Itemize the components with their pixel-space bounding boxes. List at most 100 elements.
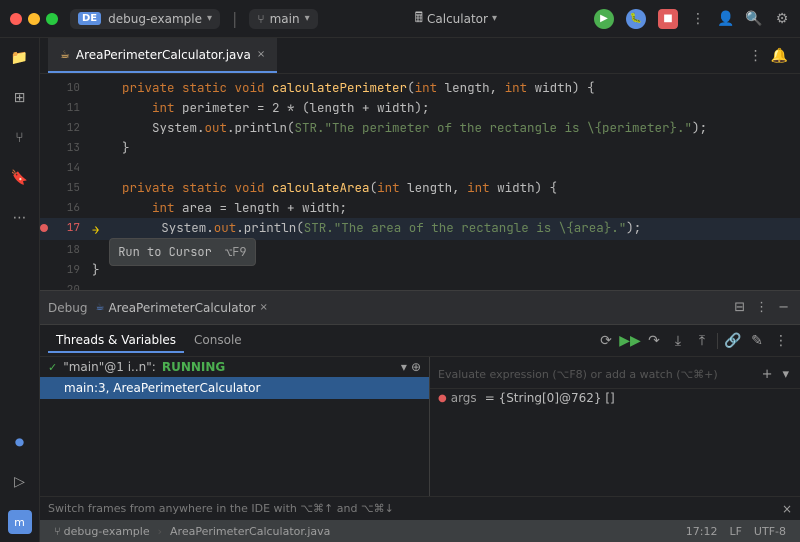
expand-icon[interactable]: ⊕ [411, 360, 421, 374]
debug-button[interactable]: 🐛 [626, 9, 646, 29]
tooltip-container: System.out.println(STR."The area of the … [101, 218, 641, 238]
line-num-13: 13 [52, 138, 92, 158]
activity-debug-active-icon[interactable]: ⏺ [8, 430, 32, 454]
line-num-15: 15 [52, 178, 92, 198]
git-icon: ⑂ [54, 525, 61, 538]
more-button[interactable]: ⋮ [690, 11, 706, 27]
activity-bottom-icon[interactable]: m [8, 510, 32, 534]
evaluate-placeholder: Evaluate expression (⌥F8) or add a watch… [438, 368, 718, 381]
search-icon[interactable]: 🔍 [746, 11, 762, 27]
more-debug-button[interactable]: ⋮ [770, 330, 792, 352]
code-line-12: 12 System.out.println(STR."The perimeter… [40, 118, 800, 138]
code-line-18: 18 } [40, 240, 800, 260]
code-editor[interactable]: 10 private static void calculatePerimete… [40, 74, 800, 290]
tab-close-button[interactable]: × [257, 49, 265, 60]
line-content-16: int area = length + width; [92, 198, 800, 218]
activity-folder-icon[interactable]: 📁 [8, 46, 32, 70]
edit-button[interactable]: ✎ [746, 330, 768, 352]
step-out-button[interactable]: ⤒ [691, 330, 713, 352]
debug-session-tab[interactable]: ☕ AreaPerimeterCalculator × [95, 301, 267, 315]
variables-panel: Evaluate expression (⌥F8) or add a watch… [430, 357, 800, 496]
session-name: AreaPerimeterCalculator [108, 301, 255, 315]
debug-close-icon[interactable]: − [775, 300, 792, 315]
tab-console[interactable]: Console [186, 329, 250, 353]
thread-check-icon: ✓ [48, 361, 57, 374]
project-selector[interactable]: DE debug-example ▾ [70, 9, 220, 29]
info-close-button[interactable]: × [782, 502, 792, 516]
de-badge: DE [78, 12, 101, 25]
line-content-15: private static void calculateArea(int le… [92, 178, 800, 198]
line-content-12: System.out.println(STR."The perimeter of… [92, 118, 800, 138]
branch-icon: ⑂ [257, 12, 264, 26]
line-content-17: System.out.println(STR."The area of the … [101, 219, 641, 236]
run-button[interactable]: ▶ [594, 9, 614, 29]
status-position[interactable]: 17:12 [680, 525, 724, 538]
tab-more-icon[interactable]: ⋮ [745, 48, 767, 64]
code-line-20: 20 [40, 280, 800, 290]
titlebar: DE debug-example ▾ | ⑂ main ▾ 🖩 Calculat… [0, 0, 800, 38]
line-num-20: 20 [52, 280, 92, 290]
evaluate-bar[interactable]: Evaluate expression (⌥F8) or add a watch… [430, 361, 800, 389]
line-content-13: } [92, 138, 800, 158]
line-num-11: 11 [52, 98, 92, 118]
profile-icon[interactable]: 👤 [718, 11, 734, 27]
status-file-name: AreaPerimeterCalculator.java [170, 525, 330, 538]
activity-more-icon[interactable]: ⋯ [8, 206, 32, 230]
project-name: debug-example [108, 12, 202, 26]
code-lines: 10 private static void calculatePerimete… [40, 74, 800, 290]
step-into-button[interactable]: ⤓ [667, 330, 689, 352]
project-dropdown-icon: ▾ [207, 13, 212, 24]
status-encoding[interactable]: LF [723, 525, 747, 538]
activity-bookmark-icon[interactable]: 🔖 [8, 166, 32, 190]
frame-item-main[interactable]: main:3, AreaPerimeterCalculator [40, 377, 429, 399]
branch-dropdown-icon: ▾ [305, 13, 310, 24]
debug-toolbar: Threads & Variables Console ⟳ ▶▶ ↷ ⤓ ⤒ 🔗… [40, 325, 800, 357]
activity-structure-icon[interactable]: ⊞ [8, 86, 32, 110]
tab-file[interactable]: ☕ AreaPerimeterCalculator.java × [48, 38, 277, 73]
minimize-button[interactable] [28, 13, 40, 25]
branch-name: main [270, 12, 300, 26]
resume-button[interactable]: ▶▶ [619, 330, 641, 352]
app-name: Calculator [427, 12, 488, 26]
debug-layout-icon[interactable]: ⊟ [731, 300, 748, 315]
maximize-button[interactable] [46, 13, 58, 25]
step-over-button[interactable]: ↷ [643, 330, 665, 352]
activity-vcs-icon[interactable]: ⑂ [8, 126, 32, 150]
settings-icon[interactable]: ⚙ [774, 11, 790, 27]
stop-button[interactable]: ■ [658, 9, 678, 29]
add-watch-icon[interactable]: + [759, 367, 776, 382]
debug-settings-icon[interactable]: ⋮ [752, 300, 771, 315]
status-charset[interactable]: UTF-8 [748, 525, 792, 538]
tab-threads-variables[interactable]: Threads & Variables [48, 329, 184, 353]
charset-text: UTF-8 [754, 525, 786, 538]
variable-args[interactable]: ● args = {String[0]@762} [] [430, 389, 800, 407]
editor-area: ☕ AreaPerimeterCalculator.java × ⋮ 🔔 10 … [40, 38, 800, 542]
link-button[interactable]: 🔗 [722, 330, 744, 352]
session-close-button[interactable]: × [260, 302, 268, 313]
line-content-18: } [92, 240, 800, 260]
thread-item-main[interactable]: ✓ "main"@1 i..n": RUNNING ▾ ⊕ [40, 357, 429, 377]
bell-icon[interactable]: 🔔 [767, 48, 792, 64]
eval-dropdown-icon[interactable]: ▾ [779, 367, 792, 382]
info-text: Switch frames from anywhere in the IDE w… [48, 502, 394, 515]
line-num-18: 18 [52, 240, 92, 260]
status-file[interactable]: AreaPerimeterCalculator.java [164, 525, 336, 538]
tab-bar: ☕ AreaPerimeterCalculator.java × ⋮ 🔔 [40, 38, 800, 74]
activity-run2-icon[interactable]: ▷ [8, 470, 32, 494]
status-git[interactable]: ⑂ debug-example [48, 525, 156, 538]
line-num-16: 16 [52, 198, 92, 218]
rerun-button[interactable]: ⟳ [595, 330, 617, 352]
toolbar-separator [717, 333, 718, 349]
breakpoint-indicator-17 [40, 224, 48, 232]
close-button[interactable] [10, 13, 22, 25]
debug-panel: Debug ☕ AreaPerimeterCalculator × ⊟ ⋮ − … [40, 290, 800, 520]
code-line-13: 13 } [40, 138, 800, 158]
filter-icon[interactable]: ▾ [401, 360, 407, 374]
activity-bar: 📁 ⊞ ⑂ 🔖 ⋯ ⏺ ▷ m [0, 38, 40, 542]
position-text: 17:12 [686, 525, 718, 538]
titlebar-right: ▶ 🐛 ■ ⋮ 👤 🔍 ⚙ [594, 9, 790, 29]
line-num-14: 14 [52, 158, 92, 178]
branch-selector[interactable]: ⑂ main ▾ [249, 9, 317, 29]
debug-tab-bar: Debug ☕ AreaPerimeterCalculator × ⊟ ⋮ − [40, 291, 800, 325]
separator: | [232, 9, 237, 28]
